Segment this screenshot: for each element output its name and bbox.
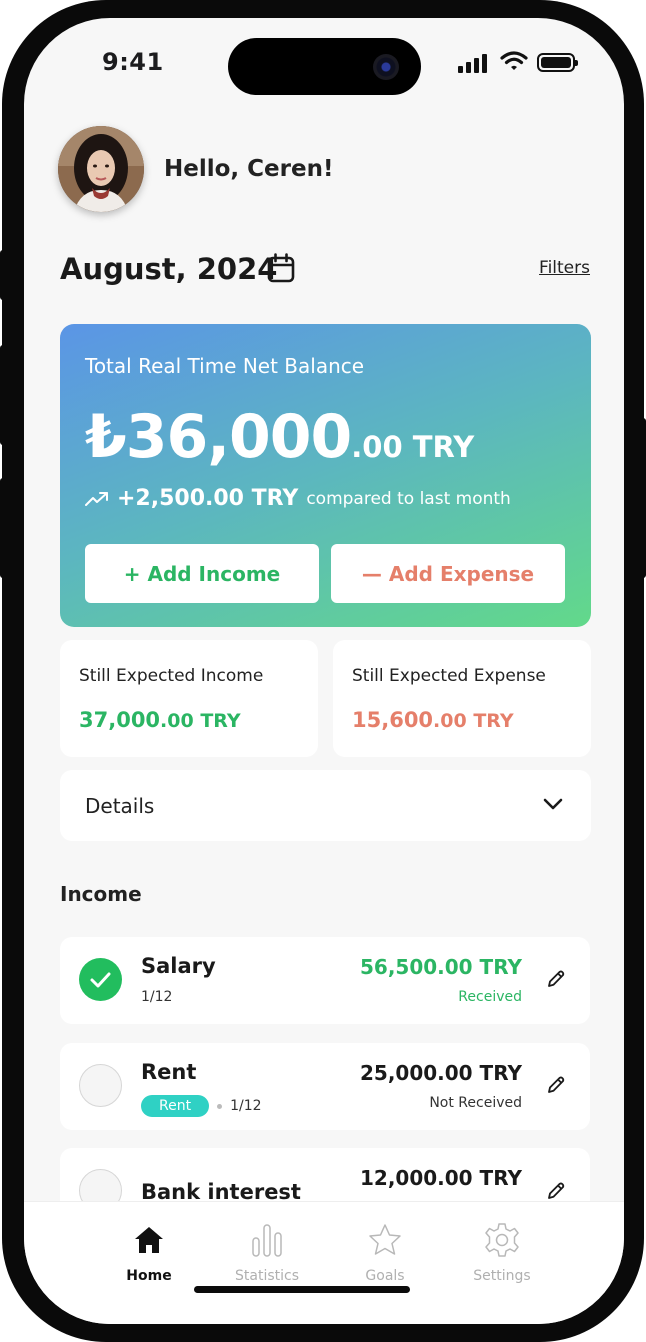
balance-card: Total Real Time Net Balance ₺36,000.00 T… <box>60 324 591 627</box>
category-tag: Rent <box>141 1095 210 1117</box>
expected-income-value: 37,000.00 TRY <box>79 708 241 732</box>
income-amount: 25,000.00 TRY <box>359 1061 522 1085</box>
expected-expense-decimals: .00 TRY <box>433 710 514 732</box>
balance-amount-decimals: .00 TRY <box>351 430 475 464</box>
home-indicator[interactable] <box>194 1286 410 1293</box>
balance-amount-main: ₺36,000 <box>85 402 352 472</box>
income-meta: Rent 1/12 <box>141 1095 262 1117</box>
income-row-rent[interactable]: Rent Rent 1/12 25,000.00 TRY Not Receive… <box>60 1043 590 1130</box>
expected-income-amount: 37,000 <box>79 708 161 732</box>
battery-icon <box>537 53 578 72</box>
nav-label: Home <box>126 1268 172 1284</box>
month-label[interactable]: August, 2024 <box>60 252 277 286</box>
income-section-title: Income <box>60 882 142 906</box>
income-period-text: 1/12 <box>230 1098 262 1114</box>
income-period: 1/12 <box>141 989 172 1005</box>
income-status: Received <box>458 989 522 1005</box>
balance-title: Total Real Time Net Balance <box>85 354 365 378</box>
expected-income-card: Still Expected Income 37,000.00 TRY <box>60 640 318 757</box>
calendar-icon[interactable] <box>267 253 295 283</box>
income-row-salary[interactable]: Salary 1/12 56,500.00 TRY Received <box>60 937 590 1024</box>
greeting-text: Hello, Ceren! <box>164 156 334 182</box>
status-time: 9:41 <box>102 48 164 76</box>
income-amount: 56,500.00 TRY <box>359 955 522 979</box>
balance-change: +2,500.00 TRY compared to last month <box>85 486 511 511</box>
nav-item-settings[interactable]: Settings <box>457 1220 547 1284</box>
edit-pencil-icon[interactable] <box>546 1181 566 1201</box>
income-name: Salary <box>141 954 216 978</box>
income-period-text: 1/12 <box>141 989 173 1005</box>
gear-icon <box>485 1223 519 1257</box>
filters-link[interactable]: Filters <box>539 258 590 278</box>
app-screen: 9:41 Hello, Ceren! August, 2024 Filters … <box>24 18 624 1324</box>
edit-pencil-icon[interactable] <box>546 1075 566 1095</box>
edit-pencil-icon[interactable] <box>546 969 566 989</box>
bottom-nav: Home Statistics Goals Settings <box>24 1201 624 1324</box>
nav-label: Statistics <box>235 1268 299 1284</box>
add-income-button[interactable]: + Add Income <box>85 544 319 603</box>
expected-income-decimals: .00 TRY <box>160 710 241 732</box>
bar-chart-icon <box>252 1224 282 1257</box>
home-icon <box>135 1227 163 1253</box>
expected-expense-card: Still Expected Expense 15,600.00 TRY <box>333 640 591 757</box>
change-value: +2,500.00 TRY <box>117 486 299 511</box>
received-checkbox[interactable] <box>79 958 122 1001</box>
received-checkbox[interactable] <box>79 1064 122 1107</box>
nav-label: Goals <box>365 1268 405 1284</box>
avatar[interactable] <box>58 126 144 212</box>
income-name: Rent <box>141 1060 197 1084</box>
income-status: Not Received <box>429 1095 522 1111</box>
star-icon <box>369 1224 401 1255</box>
income-amount: 12,000.00 TRY <box>359 1166 522 1190</box>
trending-up-icon <box>85 491 108 506</box>
nav-item-goals[interactable]: Goals <box>340 1220 430 1284</box>
chevron-down-icon <box>543 798 563 810</box>
expected-expense-value: 15,600.00 TRY <box>352 708 514 732</box>
cellular-signal-icon <box>458 54 487 73</box>
balance-amount: ₺36,000.00 TRY <box>85 402 474 472</box>
expected-income-label: Still Expected Income <box>79 666 264 686</box>
nav-item-statistics[interactable]: Statistics <box>222 1220 312 1284</box>
change-text: compared to last month <box>306 488 511 509</box>
nav-label: Settings <box>473 1268 531 1284</box>
checkmark-icon <box>90 972 111 988</box>
separator-dot <box>217 1103 223 1109</box>
expected-expense-amount: 15,600 <box>352 708 434 732</box>
expected-expense-label: Still Expected Expense <box>352 666 546 686</box>
phone-frame: 9:41 Hello, Ceren! August, 2024 Filters … <box>2 0 644 1342</box>
details-label: Details <box>85 794 155 818</box>
dynamic-island <box>228 38 421 95</box>
wifi-icon <box>500 51 528 70</box>
nav-item-home[interactable]: Home <box>104 1220 194 1284</box>
camera-icon <box>373 54 399 80</box>
add-expense-button[interactable]: — Add Expense <box>331 544 565 603</box>
details-accordion[interactable]: Details <box>60 770 591 841</box>
